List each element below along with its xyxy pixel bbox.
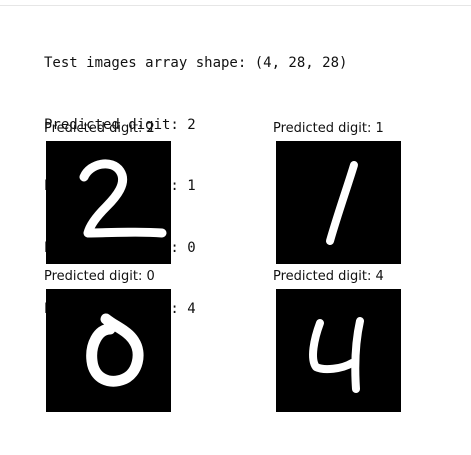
digit-image	[276, 289, 401, 412]
digit-0-glyph	[86, 313, 144, 387]
panel-title: Predicted digit: 1	[273, 121, 384, 136]
panel-title: Predicted digit: 4	[273, 269, 384, 284]
output-line-shape: Test images array shape: (4, 28, 28)	[44, 55, 348, 71]
digit-4-glyph	[309, 317, 364, 393]
panel-title: Predicted digit: 0	[44, 269, 155, 284]
cell-top-border	[0, 0, 471, 6]
figure-panel-4: Predicted digit: 4	[273, 268, 401, 412]
digit-image	[46, 289, 171, 412]
figure-panel-2: Predicted digit: 1	[273, 120, 401, 264]
figure-panel-1: Predicted digit: 2	[44, 120, 171, 264]
digit-2-glyph	[79, 159, 167, 238]
figure-panel-3: Predicted digit: 0	[44, 268, 171, 412]
panel-title: Predicted digit: 2	[44, 121, 155, 136]
digit-1-glyph	[326, 161, 358, 245]
digit-image	[276, 141, 401, 264]
digit-image	[46, 141, 171, 264]
